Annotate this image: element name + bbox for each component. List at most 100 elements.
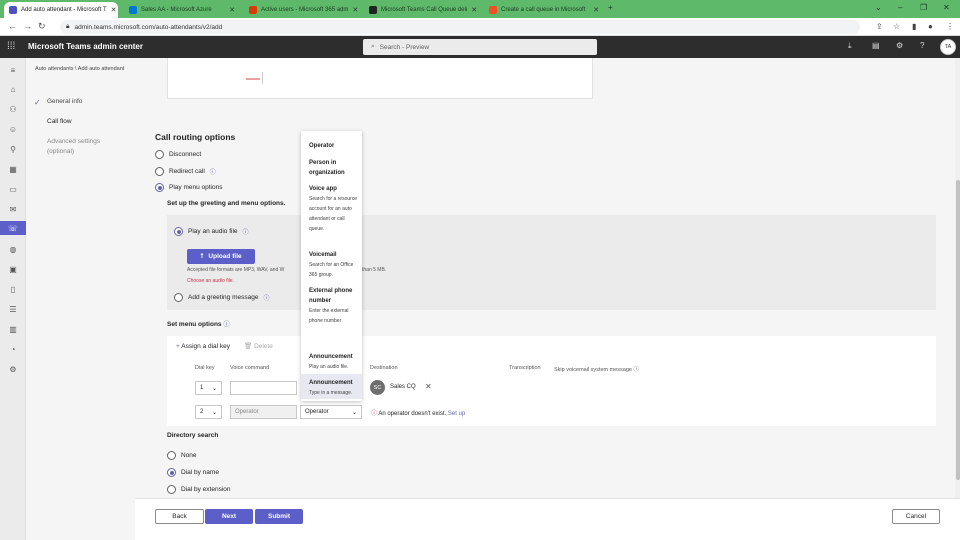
close-tab-icon[interactable]: ✕ bbox=[593, 6, 599, 14]
radio-circle[interactable] bbox=[174, 293, 183, 302]
new-tab-icon[interactable]: + bbox=[608, 3, 613, 12]
radio-circle-selected[interactable] bbox=[155, 183, 164, 192]
back-arrow-icon[interactable]: ← bbox=[8, 21, 17, 31]
reports-icon[interactable]: ▥ bbox=[6, 322, 20, 336]
maximize-icon[interactable]: ❐ bbox=[920, 3, 927, 12]
teams-icon[interactable]: ⚇ bbox=[6, 102, 20, 116]
dropdown-option-voice-app[interactable]: Voice app Search for a resource account … bbox=[309, 184, 361, 234]
cancel-button[interactable]: Cancel bbox=[892, 509, 940, 524]
option-label: Voice app bbox=[309, 186, 337, 192]
dial-key-value: 1 bbox=[200, 385, 204, 391]
close-tab-icon[interactable]: ✕ bbox=[229, 6, 235, 14]
bookmark-star-icon[interactable]: ☆ bbox=[893, 22, 900, 31]
voice-command-input[interactable] bbox=[230, 381, 297, 395]
remove-destination-icon[interactable]: ✕ bbox=[425, 382, 432, 391]
radio-circle[interactable] bbox=[155, 150, 164, 159]
info-icon[interactable]: ⓘ bbox=[223, 321, 230, 328]
notifications-icon[interactable]: ◔ bbox=[6, 342, 20, 356]
dropdown-option-announcement-text[interactable]: Announcement Type in a message. bbox=[309, 378, 361, 398]
radio-circle-selected[interactable] bbox=[167, 468, 176, 477]
dropdown-option-person[interactable]: Person in organization bbox=[309, 158, 361, 178]
scrollbar-thumb[interactable] bbox=[956, 180, 960, 480]
radio-circle[interactable] bbox=[167, 451, 176, 460]
info-icon[interactable]: ⓘ bbox=[243, 227, 249, 236]
analytics-icon[interactable]: ☰ bbox=[6, 302, 20, 316]
hamburger-icon[interactable]: ≡ bbox=[6, 63, 20, 77]
upload-file-button[interactable]: ⭡ Upload file bbox=[187, 249, 255, 264]
info-icon[interactable]: ⓘ bbox=[633, 367, 639, 373]
menu-dots-icon[interactable]: ⋮ bbox=[946, 22, 954, 31]
settings-gear-icon[interactable]: ⚙ bbox=[896, 41, 903, 50]
dropdown-option-announcement-audio[interactable]: Announcement Play an audio file. bbox=[309, 352, 361, 372]
dropdown-option-voicemail[interactable]: Voicemail Search for an Office 365 group… bbox=[309, 250, 361, 280]
radio-circle-selected[interactable] bbox=[174, 227, 183, 236]
reload-icon[interactable]: ↻ bbox=[38, 21, 46, 32]
dial-key-select[interactable]: 1 ⌄ bbox=[195, 381, 222, 395]
option-description: Type in a message. bbox=[309, 390, 353, 396]
step-call-flow[interactable]: Call flow bbox=[47, 118, 72, 125]
browser-tab-4[interactable]: Microsoft Teams Call Queue deli ✕ bbox=[364, 2, 480, 18]
org-settings-icon[interactable]: ⚙ bbox=[6, 362, 20, 376]
dashboard-icon[interactable]: ▤ bbox=[872, 41, 880, 50]
radio-disconnect[interactable]: Disconnect bbox=[155, 150, 201, 159]
user-avatar[interactable]: TA bbox=[940, 39, 956, 55]
back-button[interactable]: Back bbox=[155, 509, 204, 524]
sidebar-icon[interactable]: ▮ bbox=[912, 22, 916, 31]
browser-tab-3[interactable]: Active users - Microsoft 365 adm ✕ bbox=[244, 2, 360, 18]
radio-circle[interactable] bbox=[155, 167, 164, 176]
radio-dial-by-name[interactable]: Dial by name bbox=[167, 468, 219, 477]
submit-button[interactable]: Submit bbox=[255, 509, 303, 524]
close-tab-icon[interactable]: ✕ bbox=[471, 6, 477, 14]
info-icon[interactable]: ⓘ bbox=[263, 293, 269, 302]
radio-circle[interactable] bbox=[167, 485, 176, 494]
dropdown-option-operator[interactable]: Operator bbox=[309, 141, 361, 151]
info-icon[interactable]: ⓘ bbox=[210, 167, 216, 176]
meetings-icon[interactable]: ▭ bbox=[6, 182, 20, 196]
step-general-info[interactable]: General info bbox=[47, 98, 82, 105]
locations-icon[interactable]: ◍ bbox=[6, 242, 20, 256]
radio-play-audio[interactable]: Play an audio file ⓘ bbox=[174, 227, 249, 236]
close-window-icon[interactable]: ✕ bbox=[943, 3, 950, 12]
share-icon[interactable]: ⇪ bbox=[876, 22, 883, 31]
search-input[interactable]: ⌕ Search - Preview bbox=[363, 39, 597, 55]
apps-icon[interactable]: ▦ bbox=[6, 162, 20, 176]
close-tab-icon[interactable]: ✕ bbox=[352, 6, 358, 14]
radio-add-greeting[interactable]: Add a greeting message ⓘ bbox=[174, 293, 269, 302]
breadcrumb[interactable]: Auto attendants \ Add auto attendant bbox=[35, 66, 124, 72]
dial-key-select[interactable]: 2 ⌄ bbox=[195, 405, 222, 419]
profile-icon[interactable]: ● bbox=[928, 22, 933, 31]
url-field[interactable]: 🔒︎ admin.teams.microsoft.com/auto-attend… bbox=[60, 20, 860, 34]
step-advanced-settings[interactable]: Advanced settings bbox=[47, 138, 100, 145]
browser-tab-5[interactable]: Create a call queue in Microsoft ✕ bbox=[484, 2, 604, 18]
dropdown-option-external-number[interactable]: External phone number Enter the external… bbox=[309, 286, 361, 326]
destination-type-select[interactable]: Operator ⌄ bbox=[300, 405, 362, 419]
close-tab-icon[interactable]: ✕ bbox=[111, 6, 117, 14]
browser-tab-1[interactable]: Add auto attendant - Microsoft T ✕ bbox=[4, 2, 118, 18]
voice-command-input[interactable]: Operator bbox=[230, 405, 297, 419]
next-button[interactable]: Next bbox=[205, 509, 253, 524]
set-up-link[interactable]: Set up bbox=[448, 411, 465, 417]
help-icon[interactable]: ? bbox=[920, 41, 924, 50]
radio-play-menu[interactable]: Play menu options bbox=[155, 183, 222, 192]
radio-dial-by-extension[interactable]: Dial by extension bbox=[167, 485, 231, 494]
deployment-icon[interactable]: ⚲ bbox=[6, 142, 20, 156]
messaging-icon[interactable]: ✉ bbox=[6, 202, 20, 216]
tab-search-icon[interactable]: ⌄ bbox=[875, 3, 882, 12]
browser-tab-2[interactable]: Sales AA - Microsoft Azure ✕ bbox=[124, 2, 240, 18]
forward-arrow-icon[interactable]: → bbox=[23, 21, 32, 31]
policy-packages-icon[interactable]: ▣ bbox=[6, 262, 20, 276]
voice-icon[interactable]: ☏ bbox=[0, 221, 26, 235]
home-icon[interactable]: ⌂ bbox=[6, 82, 20, 96]
download-icon[interactable]: ⤓ bbox=[848, 41, 852, 51]
planning-icon[interactable]: ▯ bbox=[6, 282, 20, 296]
users-icon[interactable]: ☺ bbox=[6, 122, 20, 136]
app-launcher-icon[interactable]: ⁞⁞⁞ bbox=[7, 41, 15, 52]
lock-icon: 🔒︎ bbox=[66, 23, 70, 30]
assign-dial-key-button[interactable]: + Assign a dial key bbox=[176, 343, 230, 350]
minimize-icon[interactable]: – bbox=[898, 3, 902, 12]
column-dial-key: Dial key bbox=[195, 365, 215, 371]
radio-redirect[interactable]: Redirect call ⓘ bbox=[155, 167, 216, 176]
radio-directory-none[interactable]: None bbox=[167, 451, 197, 460]
delete-button[interactable]: 🗑︎ Delete bbox=[244, 342, 273, 350]
chevron-down-icon: ⌄ bbox=[351, 409, 357, 416]
